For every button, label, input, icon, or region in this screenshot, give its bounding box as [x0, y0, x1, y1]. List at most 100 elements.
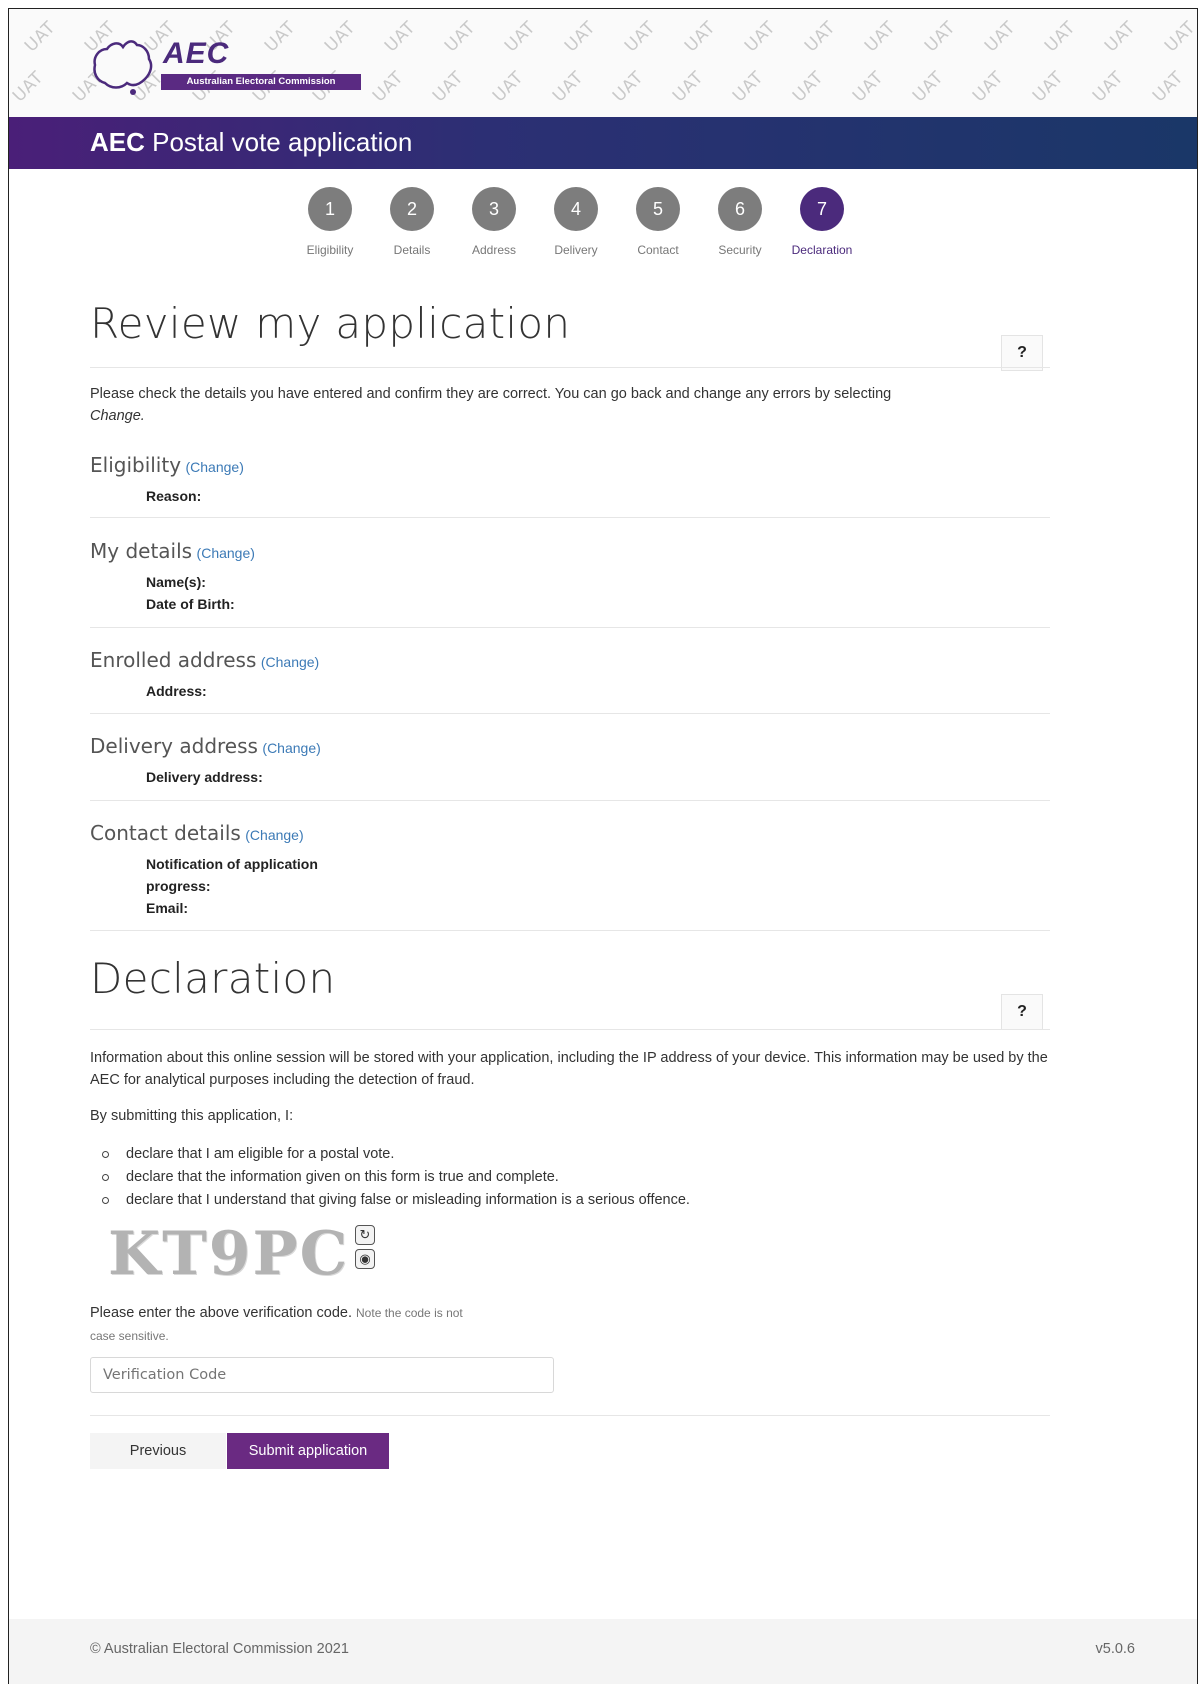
- step-declaration[interactable]: 7 Declaration: [777, 187, 867, 257]
- watermark-text: UAT: [1149, 67, 1188, 107]
- step-label: Contact: [637, 243, 679, 257]
- review-delivery-address: Delivery address (Change) Delivery addre…: [90, 734, 1050, 788]
- watermark-text: UAT: [849, 67, 888, 107]
- divider: [90, 1029, 1050, 1030]
- app-title-rest: Postal vote application: [144, 127, 413, 157]
- watermark-text: UAT: [801, 17, 840, 57]
- step-label: Delivery: [554, 243, 598, 257]
- page-frame: UAT UAT UAT UAT UAT UAT UAT UAT UAT UAT UAT UAT UAT U…: [8, 8, 1198, 1684]
- previous-button[interactable]: Previous: [90, 1433, 226, 1469]
- step-label: Security: [718, 243, 762, 257]
- review-help-button[interactable]: ?: [1001, 335, 1043, 371]
- step-contact[interactable]: 5 Contact: [613, 187, 703, 257]
- change-delivery-address-link[interactable]: (Change): [262, 740, 320, 756]
- declaration-lead: By submitting this application, I:: [90, 1108, 294, 1124]
- step-address[interactable]: 3 Address: [449, 187, 539, 257]
- declaration-item: declare that I am eligible for a postal …: [98, 1143, 1058, 1166]
- change-contact-details-link[interactable]: (Change): [245, 827, 303, 843]
- watermark-text: UAT: [381, 17, 420, 57]
- divider: [90, 713, 1050, 714]
- section-title-contact-details: Contact details: [90, 821, 241, 845]
- review-contact-details: Contact details (Change) Notification of…: [90, 821, 1050, 919]
- captcha-refresh-icon[interactable]: ↻: [355, 1225, 375, 1245]
- step-security[interactable]: 6 Security: [695, 187, 785, 257]
- section-title-delivery-address: Delivery address: [90, 734, 258, 758]
- field-email: Email:: [146, 900, 189, 916]
- submit-application-button[interactable]: Submit application: [227, 1433, 389, 1469]
- watermark-text: UAT: [9, 67, 48, 107]
- review-intro-text: Please check the details you have entere…: [90, 386, 892, 402]
- aec-logo[interactable]: AEC Australian Electoral Commission: [89, 37, 379, 99]
- captcha-image: KT9PC: [90, 1219, 347, 1293]
- section-title-eligibility: Eligibility: [90, 453, 182, 477]
- field-notification-cont: progress:: [146, 878, 211, 894]
- field-reason: Reason:: [146, 488, 202, 504]
- watermark-text: UAT: [669, 67, 708, 107]
- step-number: 6: [718, 187, 762, 231]
- step-eligibility[interactable]: 1 Eligibility: [285, 187, 375, 257]
- verify-prompt-text: Please enter the above verification code…: [90, 1305, 352, 1321]
- section-title-enrolled-address: Enrolled address: [90, 648, 257, 672]
- watermark-text: UAT: [501, 17, 540, 57]
- watermark-text: UAT: [489, 67, 528, 107]
- step-number: 3: [472, 187, 516, 231]
- progress-stepper: 1 Eligibility 2 Details 3 Address 4 Delivery…: [9, 187, 1197, 287]
- declaration-help-button[interactable]: ?: [1001, 994, 1043, 1030]
- watermark-text: UAT: [1161, 17, 1197, 57]
- watermark-text: UAT: [561, 17, 600, 57]
- watermark-text: UAT: [969, 67, 1008, 107]
- step-delivery[interactable]: 4 Delivery: [531, 187, 621, 257]
- watermark-text: UAT: [681, 17, 720, 57]
- divider: [90, 367, 1050, 368]
- change-details-link[interactable]: (Change): [197, 545, 255, 561]
- verification-code-input[interactable]: [90, 1357, 554, 1393]
- watermark-text: UAT: [909, 67, 948, 107]
- watermark-text: UAT: [921, 17, 960, 57]
- step-label: Address: [471, 243, 517, 257]
- watermark-text: UAT: [741, 17, 780, 57]
- watermark-text: UAT: [429, 67, 468, 107]
- step-label: Details: [393, 243, 431, 257]
- change-enrolled-address-link[interactable]: (Change): [261, 654, 319, 670]
- divider: [90, 1415, 1050, 1416]
- step-number: 1: [308, 187, 352, 231]
- step-number: 2: [390, 187, 434, 231]
- watermark-text: UAT: [789, 67, 828, 107]
- logo-wordmark: AEC: [163, 37, 230, 70]
- watermark-text: UAT: [1029, 67, 1068, 107]
- watermark-text: UAT: [21, 17, 60, 57]
- declaration-item: declare that I understand that giving fa…: [98, 1189, 1058, 1212]
- field-date-of-birth: Date of Birth:: [146, 596, 235, 612]
- step-label: Eligibility: [306, 243, 354, 257]
- declaration-list: declare that I am eligible for a postal …: [98, 1143, 1058, 1212]
- divider: [90, 800, 1050, 801]
- declaration-item: declare that the information given on th…: [98, 1166, 1058, 1189]
- watermark-text: UAT: [729, 67, 768, 107]
- section-title-my-details: My details: [90, 539, 193, 563]
- title-bar: AEC Postal vote application: [9, 117, 1197, 169]
- declaration-info: Information about this online session wi…: [90, 1050, 1048, 1088]
- review-intro-emphasis: Change.: [90, 408, 145, 424]
- field-names: Name(s):: [146, 574, 206, 590]
- watermark-text: UAT: [861, 17, 900, 57]
- logo-subtitle: Australian Electoral Commission: [161, 74, 361, 90]
- step-label: Declaration: [791, 243, 853, 257]
- change-eligibility-link[interactable]: (Change): [186, 459, 244, 475]
- watermark-text: UAT: [1041, 17, 1080, 57]
- step-details[interactable]: 2 Details: [367, 187, 457, 257]
- watermark-text: UAT: [1101, 17, 1140, 57]
- review-intro: Please check the details you have entere…: [90, 383, 1050, 427]
- verify-note: Note the code is not: [356, 1306, 463, 1320]
- declaration-heading: Declaration: [90, 954, 336, 1003]
- verify-note-cont: case sensitive.: [90, 1329, 169, 1343]
- captcha-code: KT9PC: [108, 1219, 350, 1289]
- footer-copyright: © Australian Electoral Commission 2021: [90, 1641, 349, 1657]
- divider: [90, 627, 1050, 628]
- review-enrolled-address: Enrolled address (Change) Address:: [90, 648, 1050, 702]
- step-number: 4: [554, 187, 598, 231]
- verify-prompt: Please enter the above verification code…: [90, 1305, 463, 1321]
- divider: [90, 517, 1050, 518]
- footer: © Australian Electoral Commission 2021 v…: [9, 1619, 1197, 1684]
- watermark-text: UAT: [621, 17, 660, 57]
- captcha-audio-icon[interactable]: ◉: [355, 1249, 375, 1269]
